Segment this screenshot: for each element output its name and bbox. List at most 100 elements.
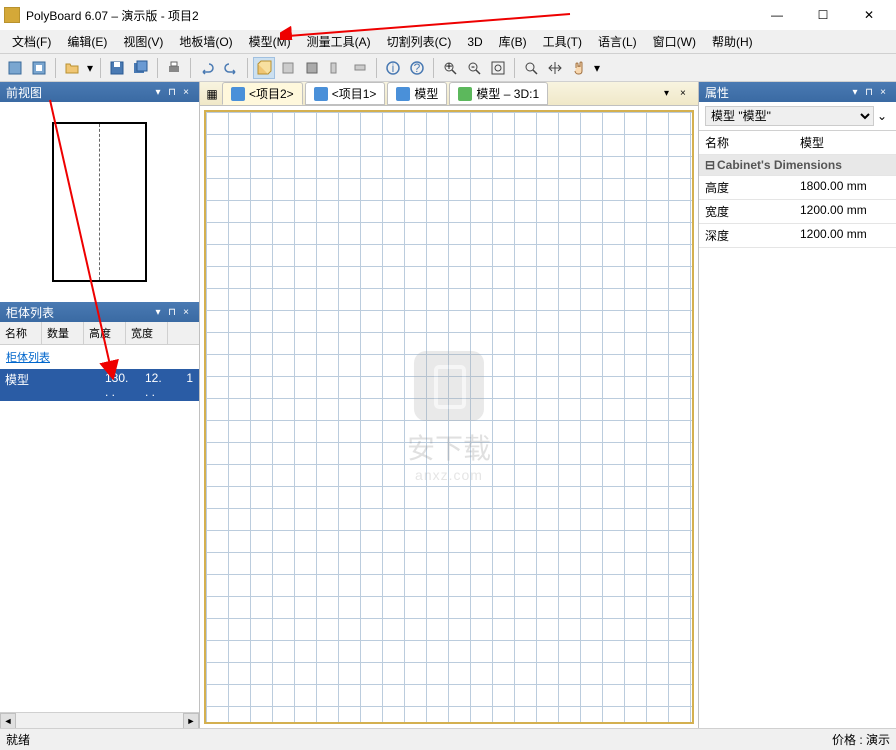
redo-button[interactable] — [220, 57, 242, 79]
save-all-button[interactable] — [130, 57, 152, 79]
menu-floor[interactable]: 地板墙(O) — [171, 31, 240, 52]
collapse-icon[interactable]: ⊟ — [705, 158, 717, 172]
hand-dropdown[interactable]: ▾ — [592, 57, 602, 79]
row-h: 180. . . — [100, 369, 140, 401]
prop-value: 模型 — [800, 134, 890, 151]
tab-project1[interactable]: <项目1> — [305, 82, 386, 105]
menu-tool[interactable]: 工具(T) — [535, 31, 590, 52]
panel-dropdown-icon[interactable]: ▾ — [151, 305, 165, 319]
row-d: 1 — [170, 369, 199, 401]
view-3d-button[interactable] — [253, 57, 275, 79]
hand-button[interactable] — [568, 57, 590, 79]
toolbar-separator — [190, 58, 191, 78]
property-selector[interactable]: 模型 "模型" — [705, 106, 874, 126]
property-section-dimensions[interactable]: ⊟ Cabinet's Dimensions — [699, 155, 896, 176]
menu-language[interactable]: 语言(L) — [590, 31, 645, 52]
window-controls: — ☐ ✕ — [754, 0, 892, 30]
menu-3d[interactable]: 3D — [459, 33, 490, 51]
cabinet-list-row[interactable]: 模型 180. . . 12. . . 1 — [0, 369, 199, 401]
design-canvas[interactable]: 安下载 anxz.com — [204, 110, 694, 724]
panel-dropdown-icon[interactable]: ▾ — [848, 85, 862, 99]
tab-dropdown-icon[interactable]: ▾ — [664, 88, 678, 99]
view-front-button[interactable] — [277, 57, 299, 79]
panel-close-icon[interactable]: × — [179, 85, 193, 99]
zoom-fit-button[interactable] — [487, 57, 509, 79]
cabinet-list-header: 名称 数量 高度 宽度 — [0, 322, 199, 345]
info-button[interactable]: i — [382, 57, 404, 79]
print-button[interactable] — [163, 57, 185, 79]
menu-cutlist[interactable]: 切割列表(C) — [379, 31, 460, 52]
row-w: 12. . . — [140, 369, 170, 401]
open-button[interactable] — [61, 57, 83, 79]
left-column: 前视图 ▾ ⊓ × 柜体列表 ▾ ⊓ × 名称 数量 高度 宽度 柜体 — [0, 82, 200, 728]
property-row-depth[interactable]: 深度 1200.00 mm — [699, 224, 896, 248]
scroll-right-icon[interactable]: ► — [183, 713, 199, 728]
menu-library[interactable]: 库(B) — [491, 31, 535, 52]
project-icon — [231, 87, 245, 101]
new-model-button[interactable] — [28, 57, 50, 79]
maximize-button[interactable]: ☐ — [800, 0, 846, 30]
titlebar: PolyBoard 6.07 – 演示版 - 项目2 — ☐ ✕ — [0, 0, 896, 30]
new-project-button[interactable] — [4, 57, 26, 79]
panel-close-icon[interactable]: × — [876, 85, 890, 99]
menu-window[interactable]: 窗口(W) — [645, 31, 704, 52]
col-spacer — [168, 322, 199, 344]
menu-model[interactable]: 模型(M) — [241, 31, 299, 52]
menu-edit[interactable]: 编辑(E) — [59, 31, 115, 52]
menu-measure[interactable]: 测量工具(A) — [299, 31, 379, 52]
frontview-panel-header: 前视图 ▾ ⊓ × — [0, 82, 199, 102]
cabinet-door-right — [100, 124, 145, 280]
zoom-out-button[interactable]: - — [463, 57, 485, 79]
property-row-width[interactable]: 宽度 1200.00 mm — [699, 200, 896, 224]
window-title: PolyBoard 6.07 – 演示版 - 项目2 — [26, 7, 754, 24]
view-top-button[interactable] — [349, 57, 371, 79]
save-button[interactable] — [106, 57, 128, 79]
cabinet-list-title: 柜体列表 — [6, 304, 151, 321]
row-name: 模型 — [0, 369, 100, 401]
undo-button[interactable] — [196, 57, 218, 79]
svg-text:-: - — [471, 60, 475, 73]
tab-label: <项目2> — [249, 85, 294, 102]
frontview-canvas[interactable] — [0, 102, 199, 302]
scroll-left-icon[interactable]: ◄ — [0, 713, 16, 728]
tab-close-icon[interactable]: × — [680, 88, 694, 99]
pan-button[interactable] — [544, 57, 566, 79]
prop-value: 1800.00 mm — [800, 179, 890, 196]
zoom-window-button[interactable] — [520, 57, 542, 79]
property-row-height[interactable]: 高度 1800.00 mm — [699, 176, 896, 200]
col-width[interactable]: 宽度 — [126, 322, 168, 344]
panel-dropdown-icon[interactable]: ▾ — [151, 85, 165, 99]
cabinet-list-scrollbar[interactable]: ◄ ► — [0, 712, 199, 728]
tab-project2[interactable]: <项目2> — [222, 82, 303, 105]
toolbar-separator — [55, 58, 56, 78]
menu-view[interactable]: 视图(V) — [115, 31, 171, 52]
scroll-track[interactable] — [16, 713, 183, 728]
frontview-title: 前视图 — [6, 84, 151, 101]
panel-close-icon[interactable]: × — [179, 305, 193, 319]
col-height[interactable]: 高度 — [84, 322, 126, 344]
minimize-button[interactable]: — — [754, 0, 800, 30]
zoom-in-button[interactable]: + — [439, 57, 461, 79]
col-qty[interactable]: 数量 — [42, 322, 84, 344]
panel-pin-icon[interactable]: ⊓ — [862, 85, 876, 99]
open-dropdown[interactable]: ▾ — [85, 57, 95, 79]
col-name[interactable]: 名称 — [0, 322, 42, 344]
menu-file[interactable]: 文档(F) — [4, 31, 59, 52]
menu-help[interactable]: 帮助(H) — [704, 31, 761, 52]
cabinet-list-panel-header: 柜体列表 ▾ ⊓ × — [0, 302, 199, 322]
cabinet-list-link[interactable]: 柜体列表 — [0, 345, 199, 369]
chevron-down-icon[interactable]: ⌄ — [874, 109, 890, 123]
panel-pin-icon[interactable]: ⊓ — [165, 305, 179, 319]
panel-pin-icon[interactable]: ⊓ — [165, 85, 179, 99]
tabs-menu-icon[interactable]: ▦ — [204, 86, 220, 102]
help-button[interactable]: ? — [406, 57, 428, 79]
property-row-name[interactable]: 名称 模型 — [699, 131, 896, 155]
close-button[interactable]: ✕ — [846, 0, 892, 30]
tab-label: 模型 – 3D:1 — [476, 85, 539, 102]
tab-model[interactable]: 模型 — [387, 82, 447, 105]
view-side-button[interactable] — [325, 57, 347, 79]
tab-model-3d[interactable]: 模型 – 3D:1 — [449, 82, 548, 105]
prop-value: 1200.00 mm — [800, 203, 890, 220]
content-area: 前视图 ▾ ⊓ × 柜体列表 ▾ ⊓ × 名称 数量 高度 宽度 柜体 — [0, 82, 896, 728]
view-back-button[interactable] — [301, 57, 323, 79]
